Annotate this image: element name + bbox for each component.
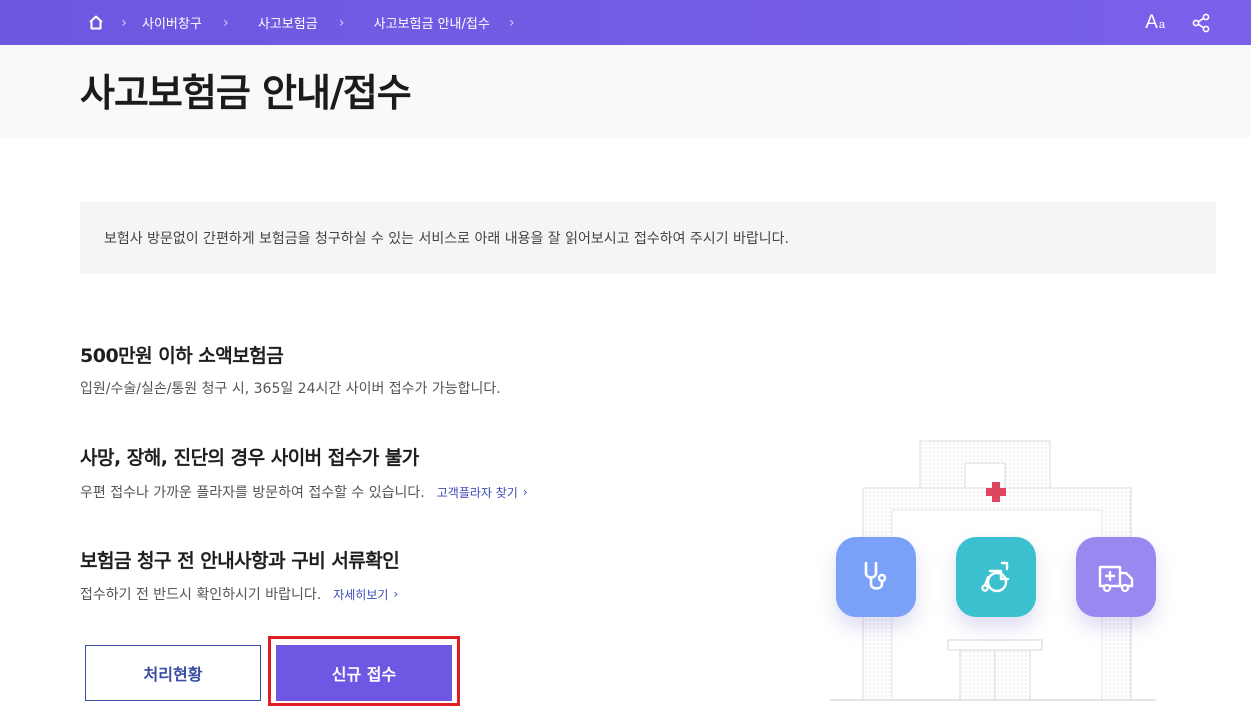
section-small-claim-desc: 입원/수술/실손/통원 청구 시, 365일 24시간 사이버 접수가 가능합니… bbox=[80, 378, 501, 398]
section-small-claim-title: 500만원 이하 소액보험금 bbox=[80, 345, 284, 367]
section-not-available-desc: 우편 접수나 가까운 플라자를 방문하여 접수할 수 있습니다. 고객플라자 찾… bbox=[80, 482, 528, 502]
chevron-right-icon: › bbox=[522, 485, 528, 499]
stethoscope-icon bbox=[864, 561, 887, 590]
stethoscope-tile bbox=[836, 537, 916, 617]
see-details-link[interactable]: 자세히보기 › bbox=[333, 586, 398, 603]
breadcrumb-item-accident-claim[interactable]: 사고보험금 bbox=[258, 13, 318, 32]
breadcrumb-item-cyber[interactable]: 사이버창구 bbox=[142, 13, 202, 32]
new-claim-button[interactable]: 신규 접수 bbox=[276, 645, 452, 701]
section-not-available-title: 사망, 장해, 진단의 경우 사이버 접수가 불가 bbox=[80, 447, 419, 469]
find-plaza-link[interactable]: 고객플라자 찾기 › bbox=[437, 484, 528, 501]
section-not-available-text: 우편 접수나 가까운 플라자를 방문하여 접수할 수 있습니다. bbox=[80, 485, 425, 501]
wheelchair-icon bbox=[981, 561, 1010, 593]
see-details-link-label: 자세히보기 bbox=[333, 587, 389, 602]
section-small-claim-text: 입원/수술/실손/통원 청구 시, 365일 24시간 사이버 접수가 가능합니… bbox=[80, 381, 501, 397]
ambulance-icon bbox=[1098, 565, 1134, 593]
font-size-label-big: A bbox=[1145, 11, 1158, 33]
chevron-right-icon: › bbox=[338, 14, 345, 31]
hospital-illustration bbox=[820, 430, 1180, 706]
page-title: 사고보험금 안내/접수 bbox=[80, 71, 412, 115]
section-guide-title: 보험금 청구 전 안내사항과 구비 서류확인 bbox=[80, 550, 400, 572]
section-guide-desc: 접수하기 전 반드시 확인하시기 바랍니다. 자세히보기 › bbox=[80, 584, 398, 604]
wheelchair-tile bbox=[956, 537, 1036, 617]
find-plaza-link-label: 고객플라자 찾기 bbox=[436, 485, 518, 500]
breadcrumb-item-current[interactable]: 사고보험금 안내/접수 bbox=[374, 13, 490, 32]
chevron-right-icon: › bbox=[393, 587, 399, 601]
top-navigation-bar: › 사이버창구 › 사고보험금 › 사고보험금 안내/접수 › A a bbox=[0, 0, 1251, 45]
breadcrumb: › 사이버창구 › 사고보험금 › 사고보험금 안내/접수 › bbox=[86, 0, 530, 45]
status-button[interactable]: 처리현황 bbox=[85, 645, 261, 701]
chevron-right-icon: › bbox=[121, 14, 127, 31]
font-size-button[interactable]: A a bbox=[1145, 12, 1165, 34]
chevron-right-icon: › bbox=[508, 14, 515, 31]
font-size-label-small: a bbox=[1158, 18, 1165, 31]
chevron-right-icon: › bbox=[223, 14, 229, 31]
section-guide-text: 접수하기 전 반드시 확인하시기 바랍니다. bbox=[80, 587, 322, 603]
ambulance-tile bbox=[1076, 537, 1156, 617]
notice-box: 보험사 방문없이 간편하게 보험금을 청구하실 수 있는 서비스로 아래 내용을… bbox=[80, 202, 1216, 274]
home-icon[interactable] bbox=[86, 13, 106, 33]
share-icon[interactable] bbox=[1191, 13, 1211, 33]
notice-text: 보험사 방문없이 간편하게 보험금을 청구하실 수 있는 서비스로 아래 내용을… bbox=[104, 231, 789, 247]
